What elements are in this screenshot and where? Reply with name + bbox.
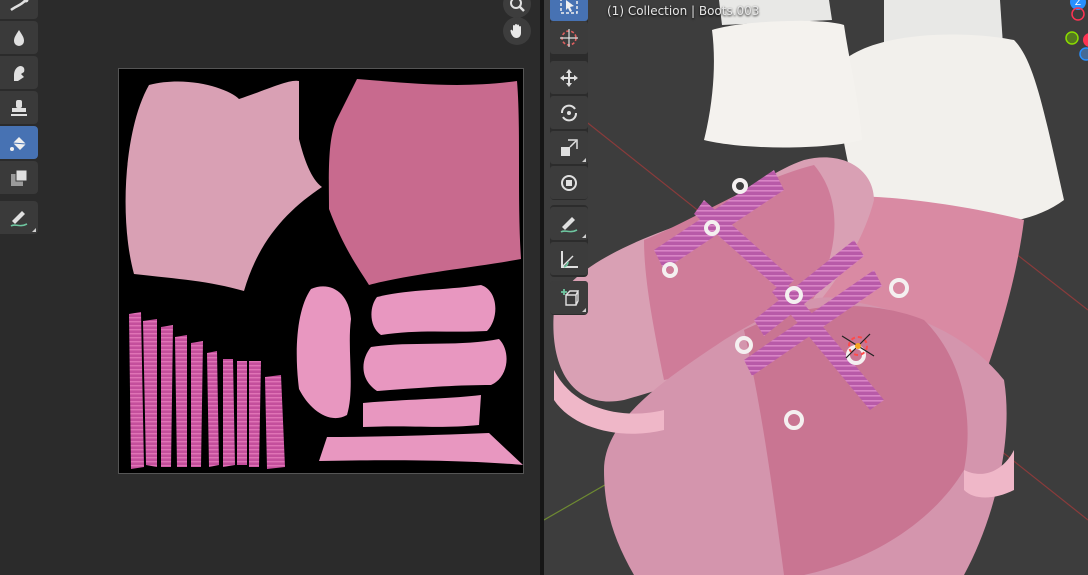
cursor-icon xyxy=(560,28,578,47)
svg-text:Z: Z xyxy=(1075,0,1081,8)
object-info-text: (1) Collection | Boots.003 xyxy=(607,4,760,18)
smear-icon xyxy=(10,0,29,11)
move-icon xyxy=(560,68,578,87)
zoom-button[interactable] xyxy=(503,0,531,18)
y-axis-handle xyxy=(1065,31,1079,45)
uv-texture-canvas[interactable] xyxy=(118,68,524,474)
clone-icon xyxy=(14,65,25,81)
rotate-button[interactable] xyxy=(550,96,588,129)
uv-island-strap-2 xyxy=(319,433,523,465)
pan-hand-icon xyxy=(510,24,521,38)
image-editor-area xyxy=(0,0,540,575)
pan-button[interactable] xyxy=(503,17,531,45)
measure-icon xyxy=(561,250,578,268)
scale-icon xyxy=(561,138,578,156)
uv-island-laces xyxy=(129,312,285,469)
zoom-icon xyxy=(510,0,525,12)
uv-island-toe-cap xyxy=(328,79,521,285)
uv-island-sole xyxy=(296,286,351,419)
add-cube-icon xyxy=(561,288,580,306)
transform-button[interactable] xyxy=(550,166,588,199)
fill-tool-button[interactable] xyxy=(0,126,38,159)
annotate-button[interactable] xyxy=(550,207,588,240)
navigation-gizmo[interactable]: Z xyxy=(1018,0,1088,70)
annotate-tool-button[interactable] xyxy=(0,201,38,234)
x-axis-handle xyxy=(1083,33,1088,47)
move-button[interactable] xyxy=(550,61,588,94)
clone-tool-button[interactable] xyxy=(0,56,38,89)
soften-icon xyxy=(14,29,24,46)
annotate-icon xyxy=(560,216,578,233)
add-cube-button[interactable] xyxy=(550,281,588,314)
rotate-icon xyxy=(561,104,577,121)
mask-icon xyxy=(11,169,28,186)
mask-stamp-tool-button[interactable] xyxy=(0,91,38,124)
soften-tool-button[interactable] xyxy=(0,21,38,54)
measure-button[interactable] xyxy=(550,242,588,275)
fill-icon xyxy=(10,136,27,151)
select-box-icon xyxy=(560,0,578,14)
scale-button[interactable] xyxy=(550,131,588,164)
tool-options-indicator xyxy=(32,228,36,232)
uv-island-tongue-2 xyxy=(363,339,507,391)
uv-texture-image xyxy=(125,79,523,469)
mask-tool-button[interactable] xyxy=(0,161,38,194)
smear-tool-button[interactable] xyxy=(0,0,38,19)
cursor-button[interactable] xyxy=(550,21,588,54)
viewport-scene xyxy=(544,0,1088,575)
neg-z-axis-handle xyxy=(1079,47,1088,61)
transform-icon xyxy=(561,174,577,191)
uv-island-strap-1 xyxy=(363,395,481,427)
3d-viewport[interactable]: (1) Collection | Boots.003 Z xyxy=(544,0,1088,575)
annotate-icon xyxy=(10,210,28,227)
mask-stamp-icon xyxy=(11,99,27,116)
uv-island-tongue-1 xyxy=(371,285,496,335)
uv-island-boot-quarter xyxy=(125,80,322,291)
select-box-button[interactable] xyxy=(550,0,588,21)
